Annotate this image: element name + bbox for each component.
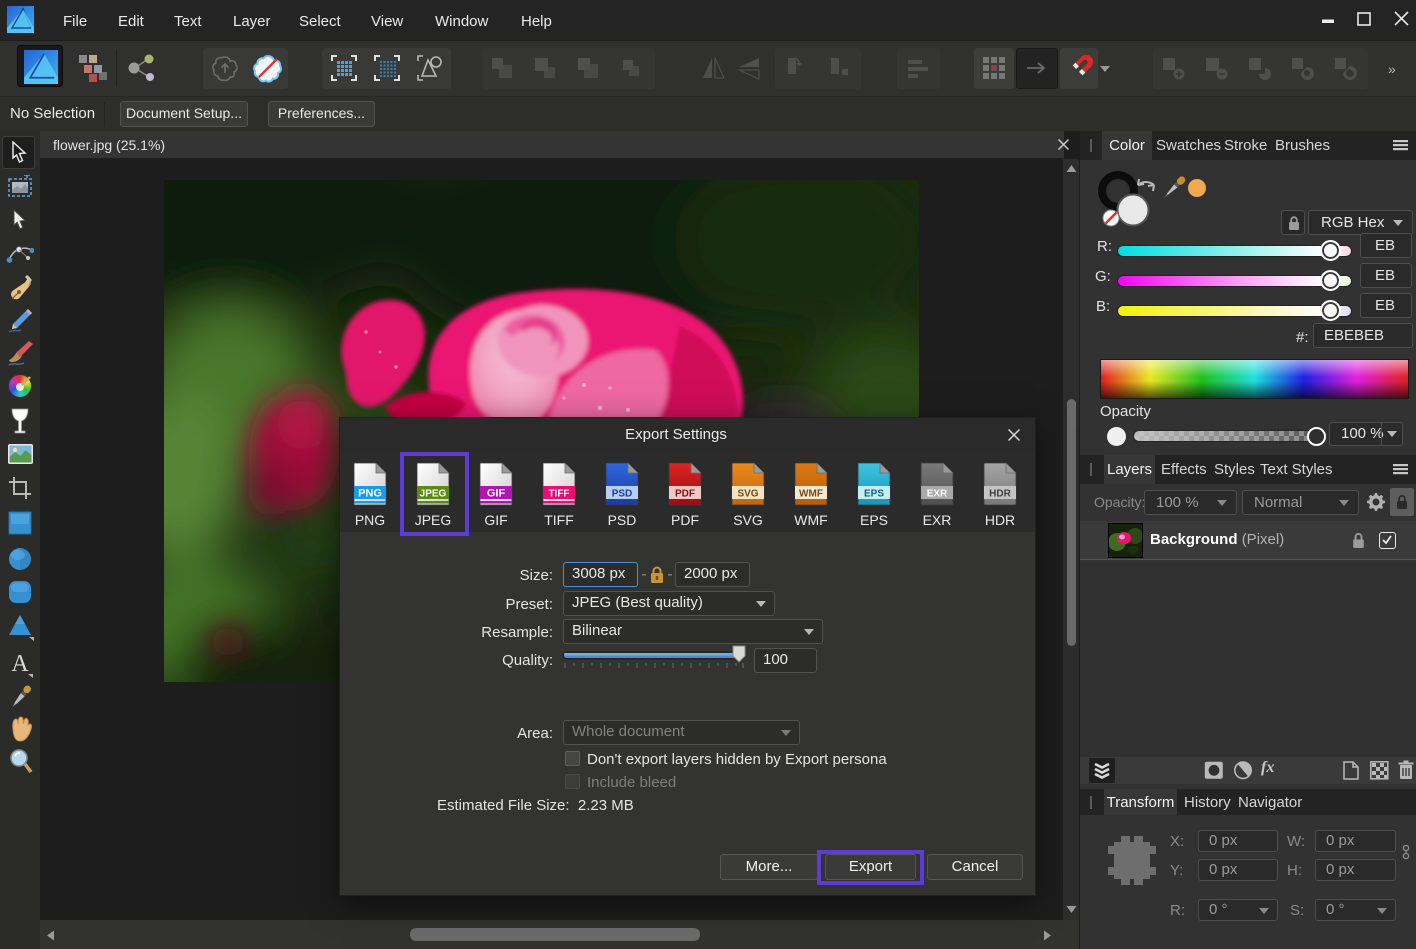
svg-text:EXR: EXR (927, 489, 948, 500)
svg-text:HDR: HDR (989, 489, 1011, 500)
svg-text:TIFF: TIFF (548, 489, 569, 500)
svg-text:PSD: PSD (612, 489, 633, 500)
svg-text:WMF: WMF (799, 489, 823, 500)
svg-text:GIF: GIF (487, 488, 506, 500)
svg-text:PNG: PNG (358, 488, 382, 500)
svg-text:EPS: EPS (864, 489, 884, 500)
svg-text:PDF: PDF (675, 489, 695, 500)
svg-text:SVG: SVG (737, 489, 758, 500)
svg-text:A: A (11, 651, 29, 677)
